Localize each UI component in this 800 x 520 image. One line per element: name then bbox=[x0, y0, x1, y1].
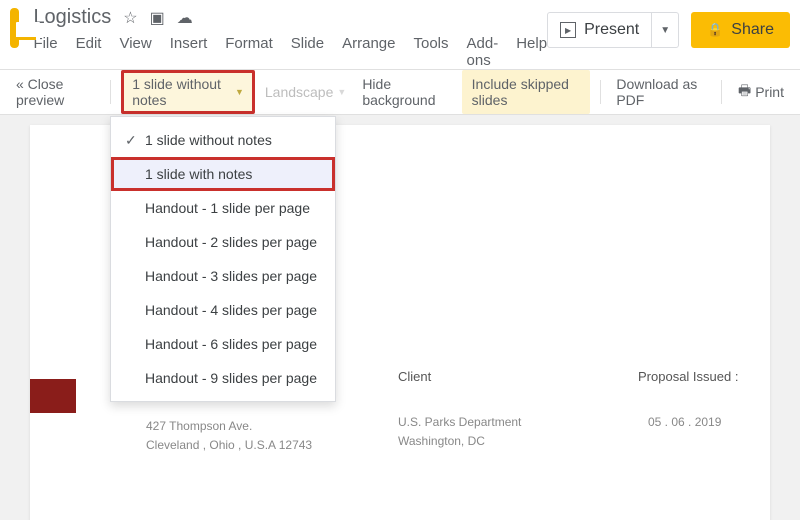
share-label: Share bbox=[731, 21, 774, 39]
document-title[interactable]: Logistics bbox=[33, 6, 111, 29]
address-block: 427 Thompson Ave. Cleveland , Ohio , U.S… bbox=[146, 417, 312, 455]
menu-insert[interactable]: Insert bbox=[170, 35, 208, 69]
client-heading: Client bbox=[398, 369, 431, 384]
menu-file[interactable]: File bbox=[33, 35, 57, 69]
dropdown-item-7[interactable]: Handout - 9 slides per page bbox=[111, 361, 335, 395]
dropdown-item-1[interactable]: 1 slide with notes bbox=[111, 157, 335, 191]
layout-dropdown-label: 1 slide without notes bbox=[132, 76, 229, 108]
hide-background-button[interactable]: Hide background bbox=[356, 72, 451, 112]
caret-down-icon: ▼ bbox=[235, 87, 244, 97]
orientation-dropdown[interactable]: Landscape ▼ bbox=[265, 84, 346, 100]
dropdown-item-label: Handout - 2 slides per page bbox=[145, 234, 317, 250]
star-icon[interactable]: ☆ bbox=[123, 8, 137, 28]
close-preview-button[interactable]: « Close preview bbox=[10, 72, 100, 112]
present-button[interactable]: ▶ Present bbox=[548, 13, 652, 47]
separator bbox=[721, 80, 722, 104]
dropdown-item-4[interactable]: Handout - 3 slides per page bbox=[111, 259, 335, 293]
play-icon: ▶ bbox=[560, 22, 576, 38]
dropdown-item-label: Handout - 1 slide per page bbox=[145, 200, 310, 216]
present-split-button: ▶ Present ▼ bbox=[547, 12, 679, 48]
dropdown-item-3[interactable]: Handout - 2 slides per page bbox=[111, 225, 335, 259]
menu-bar: File Edit View Insert Format Slide Arran… bbox=[33, 35, 547, 69]
menu-arrange[interactable]: Arrange bbox=[342, 35, 395, 69]
address-line1: 427 Thompson Ave. bbox=[146, 417, 312, 436]
print-label: Print bbox=[755, 84, 784, 100]
menu-slide[interactable]: Slide bbox=[291, 35, 324, 69]
dropdown-item-label: 1 slide without notes bbox=[145, 132, 272, 148]
proposal-heading: Proposal Issued : bbox=[638, 369, 738, 384]
separator bbox=[110, 80, 111, 104]
app-header: Logistics ☆ ▣ ☁ File Edit View Insert Fo… bbox=[0, 0, 800, 69]
check-icon: ✓ bbox=[125, 132, 145, 149]
include-skipped-toggle[interactable]: Include skipped slides bbox=[462, 70, 590, 114]
menu-edit[interactable]: Edit bbox=[76, 35, 102, 69]
print-toolbar: « Close preview 1 slide without notes ▼ … bbox=[0, 69, 800, 115]
proposal-date: 05 . 06 . 2019 bbox=[648, 415, 721, 429]
download-pdf-button[interactable]: Download as PDF bbox=[610, 72, 711, 112]
dropdown-item-6[interactable]: Handout - 6 slides per page bbox=[111, 327, 335, 361]
menu-addons[interactable]: Add-ons bbox=[467, 35, 499, 69]
slides-logo bbox=[10, 8, 19, 48]
dropdown-item-2[interactable]: Handout - 1 slide per page bbox=[111, 191, 335, 225]
dropdown-item-label: Handout - 4 slides per page bbox=[145, 302, 317, 318]
share-button[interactable]: 🔒 Share bbox=[691, 12, 790, 48]
dropdown-item-0[interactable]: ✓ 1 slide without notes bbox=[111, 123, 335, 157]
cloud-save-icon[interactable]: ☁ bbox=[177, 8, 193, 28]
title-and-menus: Logistics ☆ ▣ ☁ File Edit View Insert Fo… bbox=[33, 6, 547, 69]
menu-help[interactable]: Help bbox=[516, 35, 547, 69]
move-folder-icon[interactable]: ▣ bbox=[150, 8, 165, 28]
present-label: Present bbox=[584, 21, 639, 39]
decorative-block bbox=[30, 379, 76, 413]
lock-icon: 🔒 bbox=[707, 22, 723, 38]
dropdown-item-label: 1 slide with notes bbox=[145, 166, 252, 182]
caret-down-icon: ▼ bbox=[337, 87, 346, 97]
client-line1: U.S. Parks Department bbox=[398, 413, 521, 432]
print-button[interactable]: 🖶 Print bbox=[732, 76, 790, 108]
menu-format[interactable]: Format bbox=[225, 35, 273, 69]
dropdown-item-label: Handout - 9 slides per page bbox=[145, 370, 317, 386]
client-line2: Washington, DC bbox=[398, 432, 521, 451]
client-body: U.S. Parks Department Washington, DC bbox=[398, 413, 521, 451]
orientation-label: Landscape bbox=[265, 84, 334, 100]
dropdown-item-label: Handout - 6 slides per page bbox=[145, 336, 317, 352]
layout-dropdown-menu: ✓ 1 slide without notes 1 slide with not… bbox=[110, 116, 336, 402]
address-line2: Cleveland , Ohio , U.S.A 12743 bbox=[146, 436, 312, 455]
menu-tools[interactable]: Tools bbox=[413, 35, 448, 69]
layout-dropdown-button[interactable]: 1 slide without notes ▼ bbox=[121, 70, 255, 114]
menu-view[interactable]: View bbox=[119, 35, 151, 69]
separator bbox=[600, 80, 601, 104]
printer-icon: 🖶 bbox=[738, 80, 751, 104]
present-caret[interactable]: ▼ bbox=[652, 25, 678, 36]
dropdown-item-5[interactable]: Handout - 4 slides per page bbox=[111, 293, 335, 327]
dropdown-item-label: Handout - 3 slides per page bbox=[145, 268, 317, 284]
